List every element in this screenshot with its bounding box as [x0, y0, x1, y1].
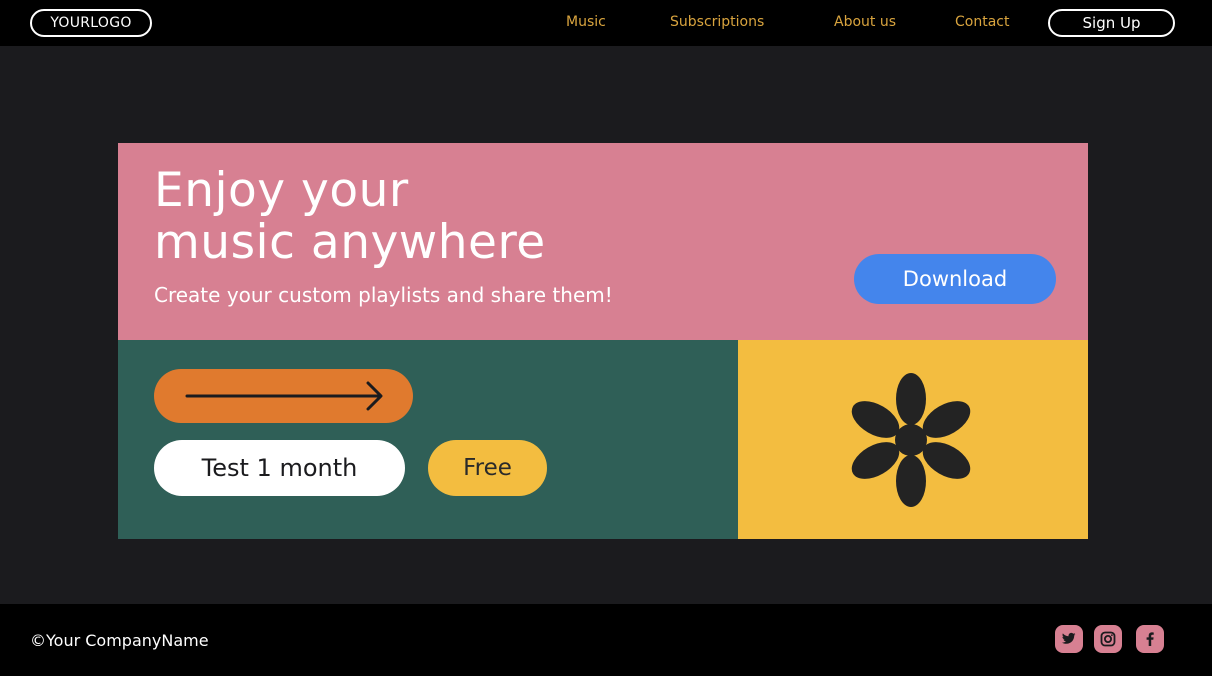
- nav-link-about-us[interactable]: About us: [834, 13, 896, 31]
- facebook-icon: [1146, 632, 1154, 646]
- hero-title-line-2: music anywhere: [154, 215, 546, 270]
- twitter-icon: [1062, 632, 1076, 644]
- nav-link-contact[interactable]: Contact: [955, 13, 1009, 31]
- hero-banner: Enjoy your music anywhere Create your cu…: [118, 143, 1088, 340]
- asterisk-icon: [851, 373, 971, 507]
- instagram-link[interactable]: [1094, 625, 1122, 653]
- sign-up-button[interactable]: Sign Up: [1048, 9, 1175, 37]
- footer: ©Your CompanyName: [0, 604, 1212, 676]
- download-button[interactable]: Download: [854, 254, 1056, 304]
- arrow-right-icon: [185, 381, 383, 411]
- offer-panel: Test 1 month Free: [118, 340, 738, 539]
- nav-link-subscriptions[interactable]: Subscriptions: [670, 13, 764, 31]
- decor-panel: [738, 340, 1088, 539]
- hero-title: Enjoy your music anywhere: [154, 165, 714, 269]
- instagram-icon: [1100, 631, 1116, 647]
- test-one-month-button[interactable]: Test 1 month: [154, 440, 405, 496]
- arrow-button[interactable]: [154, 369, 413, 423]
- hero-subtitle: Create your custom playlists and share t…: [154, 283, 613, 307]
- nav-link-music[interactable]: Music: [566, 13, 606, 31]
- free-button[interactable]: Free: [428, 440, 547, 496]
- logo[interactable]: YOURLOGO: [30, 9, 152, 37]
- copyright-text: ©Your CompanyName: [30, 631, 209, 650]
- facebook-link[interactable]: [1136, 625, 1164, 653]
- hero-title-line-1: Enjoy your: [154, 163, 409, 218]
- top-navigation-bar: YOURLOGO Music Subscriptions About us Co…: [0, 0, 1212, 46]
- twitter-link[interactable]: [1055, 625, 1083, 653]
